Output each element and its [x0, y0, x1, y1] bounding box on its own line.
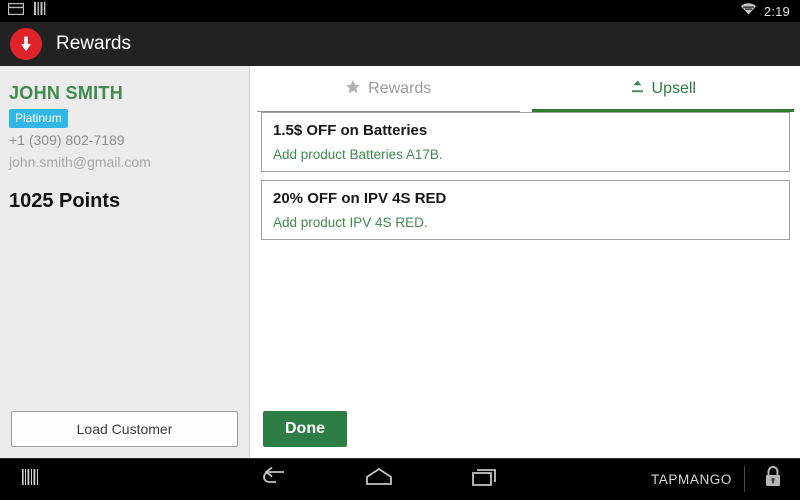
customer-sidebar: JOHN SMITH Platinum +1 (309) 802-7189 jo…: [0, 66, 250, 458]
back-arrow-icon[interactable]: [258, 466, 288, 493]
star-icon: [345, 79, 361, 100]
barcode-icon[interactable]: [22, 469, 44, 490]
list-item[interactable]: 1.5$ OFF on Batteries Add product Batter…: [261, 112, 790, 172]
android-navigation-bar: TAPMANGO: [0, 458, 800, 500]
status-bar-left-icons: [0, 2, 47, 20]
app-screen: 2:19 Rewards JOHN SMITH Platinum +1 (309…: [0, 0, 800, 500]
status-badge: Platinum: [9, 109, 68, 128]
card-subtitle: Add product Batteries A17B.: [273, 147, 778, 162]
upsell-card-list: 1.5$ OFF on Batteries Add product Batter…: [251, 112, 800, 248]
home-icon[interactable]: [365, 467, 393, 492]
nav-brand-label: TAPMANGO: [651, 472, 732, 487]
customer-email: john.smith@gmail.com: [9, 154, 151, 170]
nav-bar-divider: [0, 458, 800, 459]
card-title: 20% OFF on IPV 4S RED: [273, 190, 778, 207]
tab-upsell[interactable]: Upsell: [526, 66, 800, 112]
load-customer-button[interactable]: Load Customer: [11, 411, 238, 447]
hand-pointer-logo-icon: [10, 28, 42, 60]
lock-icon[interactable]: [763, 465, 783, 494]
tab-bar: Rewards Upsell: [251, 66, 800, 112]
list-item[interactable]: 20% OFF on IPV 4S RED Add product IPV 4S…: [261, 180, 790, 240]
customer-name: JOHN SMITH: [9, 83, 123, 104]
app-header-bar: Rewards: [0, 22, 800, 66]
upload-icon: [630, 79, 645, 99]
wifi-icon: [740, 2, 757, 20]
tab-upsell-label: Upsell: [652, 81, 696, 97]
status-bar-clock: 2:19: [764, 4, 790, 19]
customer-points: 1025 Points: [9, 190, 120, 213]
main-body: JOHN SMITH Platinum +1 (309) 802-7189 jo…: [0, 66, 800, 458]
status-bar-right: 2:19: [740, 2, 800, 20]
app-title: Rewards: [56, 33, 131, 55]
recent-apps-icon[interactable]: [472, 467, 500, 492]
done-button[interactable]: Done: [263, 411, 347, 447]
status-bar: 2:19: [0, 0, 800, 22]
card-title: 1.5$ OFF on Batteries: [273, 122, 778, 139]
card-subtitle: Add product IPV 4S RED.: [273, 215, 778, 230]
customer-phone: +1 (309) 802-7189: [9, 132, 125, 148]
tab-rewards-label: Rewards: [368, 81, 431, 97]
tab-rewards[interactable]: Rewards: [251, 66, 526, 112]
nav-vertical-divider: [744, 466, 745, 492]
barcode-icon: [34, 2, 47, 20]
window-card-icon: [8, 2, 24, 20]
content-panel: Rewards Upsell 1.5$ OFF on Batteries Add: [251, 66, 800, 458]
